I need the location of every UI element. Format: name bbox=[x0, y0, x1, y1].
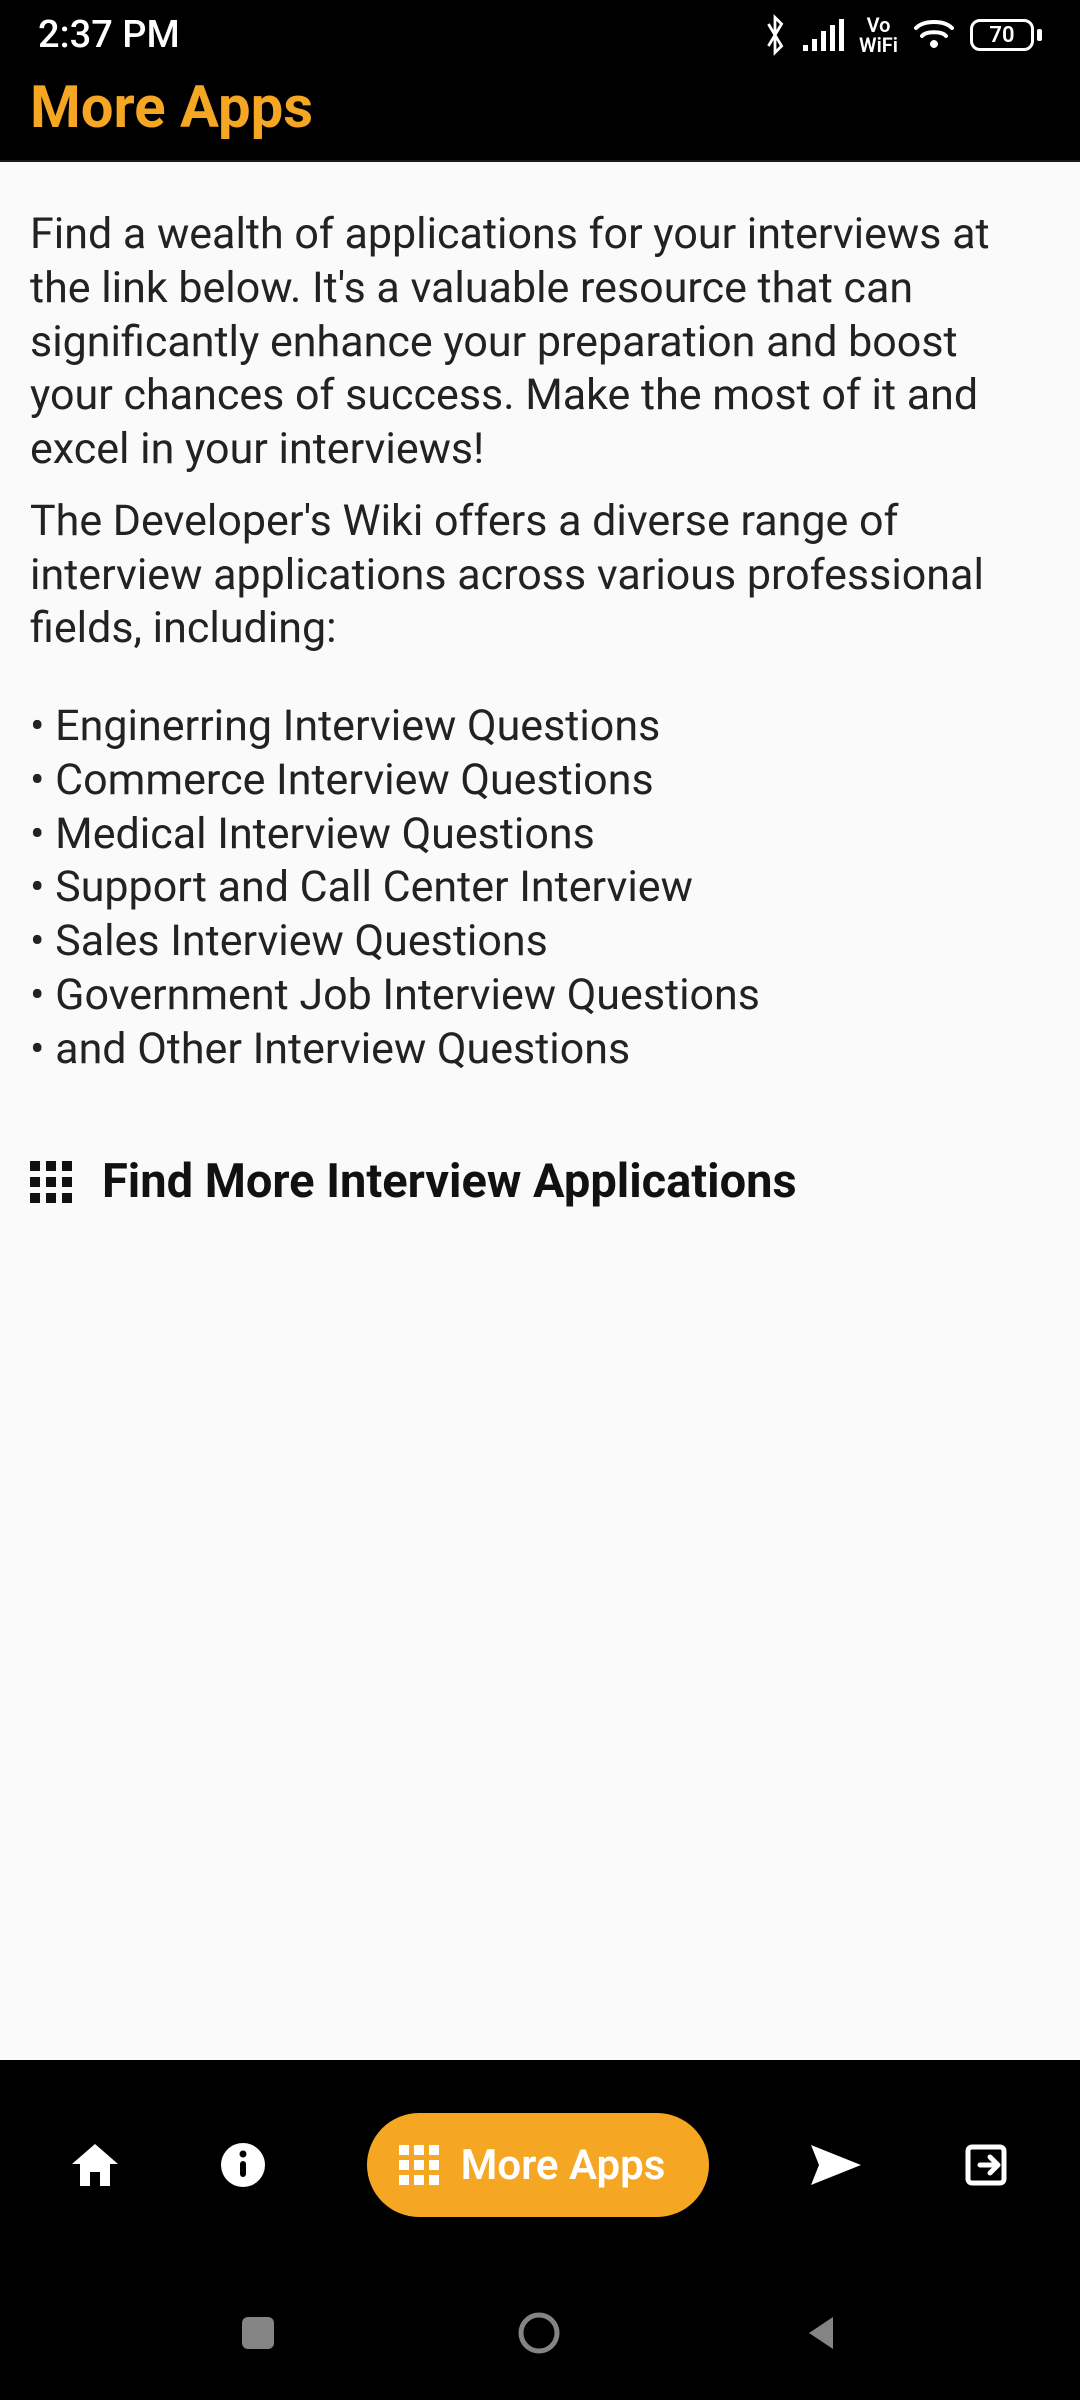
intro-paragraph: Find a wealth of applications for your i… bbox=[30, 208, 1050, 477]
list-item: • Medical Interview Questions bbox=[30, 808, 1050, 862]
list-item: • and Other Interview Questions bbox=[30, 1023, 1050, 1077]
square-icon bbox=[239, 2314, 277, 2356]
vowifi-icon: Vo WiFi bbox=[859, 15, 898, 55]
back-triangle-icon bbox=[801, 2313, 841, 2357]
find-more-link[interactable]: Find More Interview Applications bbox=[30, 1154, 1050, 1209]
exit-button[interactable] bbox=[962, 2060, 1010, 2270]
info-button[interactable] bbox=[219, 2060, 267, 2270]
home-button[interactable] bbox=[70, 2060, 120, 2270]
home-icon bbox=[70, 2142, 120, 2188]
wifi-icon bbox=[912, 18, 956, 52]
page-title: More Apps bbox=[30, 74, 313, 142]
find-more-label: Find More Interview Applications bbox=[102, 1154, 797, 1209]
exit-icon bbox=[962, 2141, 1010, 2189]
list-item: • Commerce Interview Questions bbox=[30, 754, 1050, 808]
cellular-signal-icon bbox=[803, 19, 845, 51]
battery-icon: 70 bbox=[970, 19, 1042, 51]
send-icon bbox=[809, 2143, 863, 2187]
main-content: Find a wealth of applications for your i… bbox=[0, 162, 1080, 2060]
status-icons: Vo WiFi 70 bbox=[761, 13, 1042, 57]
bottom-nav: More Apps bbox=[0, 2060, 1080, 2270]
list-item: • Enginerring Interview Questions bbox=[30, 700, 1050, 754]
send-button[interactable] bbox=[809, 2060, 863, 2270]
more-apps-label: More Apps bbox=[461, 2141, 666, 2190]
more-apps-button[interactable]: More Apps bbox=[367, 2060, 710, 2270]
app-bar: More Apps bbox=[0, 70, 1080, 162]
system-recents-button[interactable] bbox=[239, 2314, 277, 2356]
apps-grid-icon bbox=[30, 1161, 72, 1203]
system-home-button[interactable] bbox=[516, 2310, 562, 2360]
system-nav bbox=[0, 2270, 1080, 2400]
status-time: 2:37 PM bbox=[38, 13, 180, 57]
apps-grid-icon bbox=[399, 2145, 439, 2185]
bluetooth-icon bbox=[761, 13, 789, 57]
list-item: • Government Job Interview Questions bbox=[30, 969, 1050, 1023]
list-item: • Sales Interview Questions bbox=[30, 915, 1050, 969]
bullet-list: • Enginerring Interview Questions • Comm… bbox=[30, 700, 1050, 1076]
subintro-paragraph: The Developer's Wiki offers a diverse ra… bbox=[30, 495, 1050, 656]
list-item: • Support and Call Center Interview bbox=[30, 861, 1050, 915]
system-back-button[interactable] bbox=[801, 2313, 841, 2357]
circle-icon bbox=[516, 2310, 562, 2360]
info-icon bbox=[219, 2141, 267, 2189]
status-bar: 2:37 PM Vo WiFi bbox=[0, 0, 1080, 70]
